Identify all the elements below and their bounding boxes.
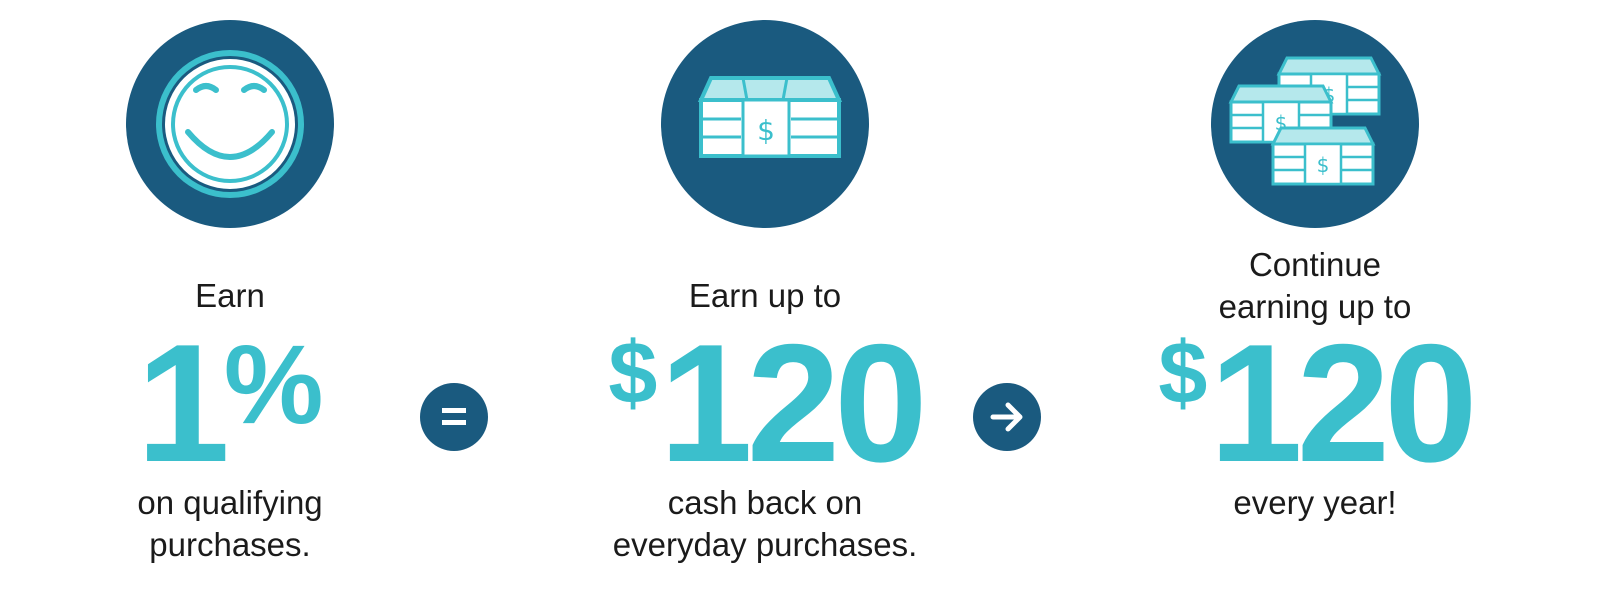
earn-percent-column: Earn 1% on qualifying purchases. bbox=[20, 0, 440, 600]
earn-heading: Earn bbox=[195, 277, 265, 314]
cash-back-column: $ Earn up to $120 cash back on everyday … bbox=[555, 0, 975, 600]
yearly-description: every year! bbox=[1105, 482, 1525, 524]
percent-description-line-1: on qualifying bbox=[137, 484, 323, 521]
percent-description-line-2: purchases. bbox=[149, 526, 311, 563]
cash-back-description-line-2: everyday purchases. bbox=[612, 526, 918, 563]
svg-text:$: $ bbox=[1317, 153, 1330, 177]
percent-number: 1 bbox=[136, 309, 229, 497]
yearly-number: 120 bbox=[1209, 309, 1477, 497]
percent-description: on qualifying purchases. bbox=[20, 482, 440, 566]
smiley-face-icon bbox=[126, 20, 334, 228]
equals-icon bbox=[420, 383, 488, 451]
dollar-sign: $ bbox=[1158, 323, 1208, 422]
dollar-sign: $ bbox=[608, 323, 658, 422]
money-stack-icon: $ bbox=[661, 20, 869, 228]
yearly-amount: $120 bbox=[1105, 318, 1525, 488]
continue-earning-heading-line-1: Continue bbox=[1248, 246, 1382, 283]
cash-back-description-line-1: cash back on bbox=[667, 484, 863, 521]
percent-sign: % bbox=[223, 322, 324, 447]
arrow-right-icon bbox=[973, 383, 1041, 451]
yearly-description-line-1: every year! bbox=[1233, 484, 1397, 521]
yearly-earning-column: $ $ $ Continue earning up to $120 every … bbox=[1105, 0, 1525, 600]
cash-back-description: cash back on everyday purchases. bbox=[555, 482, 975, 566]
percent-value: 1% bbox=[20, 318, 440, 488]
money-stacks-icon: $ $ $ bbox=[1211, 20, 1419, 228]
cash-back-number: 120 bbox=[659, 309, 927, 497]
cash-back-amount: $120 bbox=[555, 318, 975, 488]
svg-text:$: $ bbox=[757, 114, 775, 147]
